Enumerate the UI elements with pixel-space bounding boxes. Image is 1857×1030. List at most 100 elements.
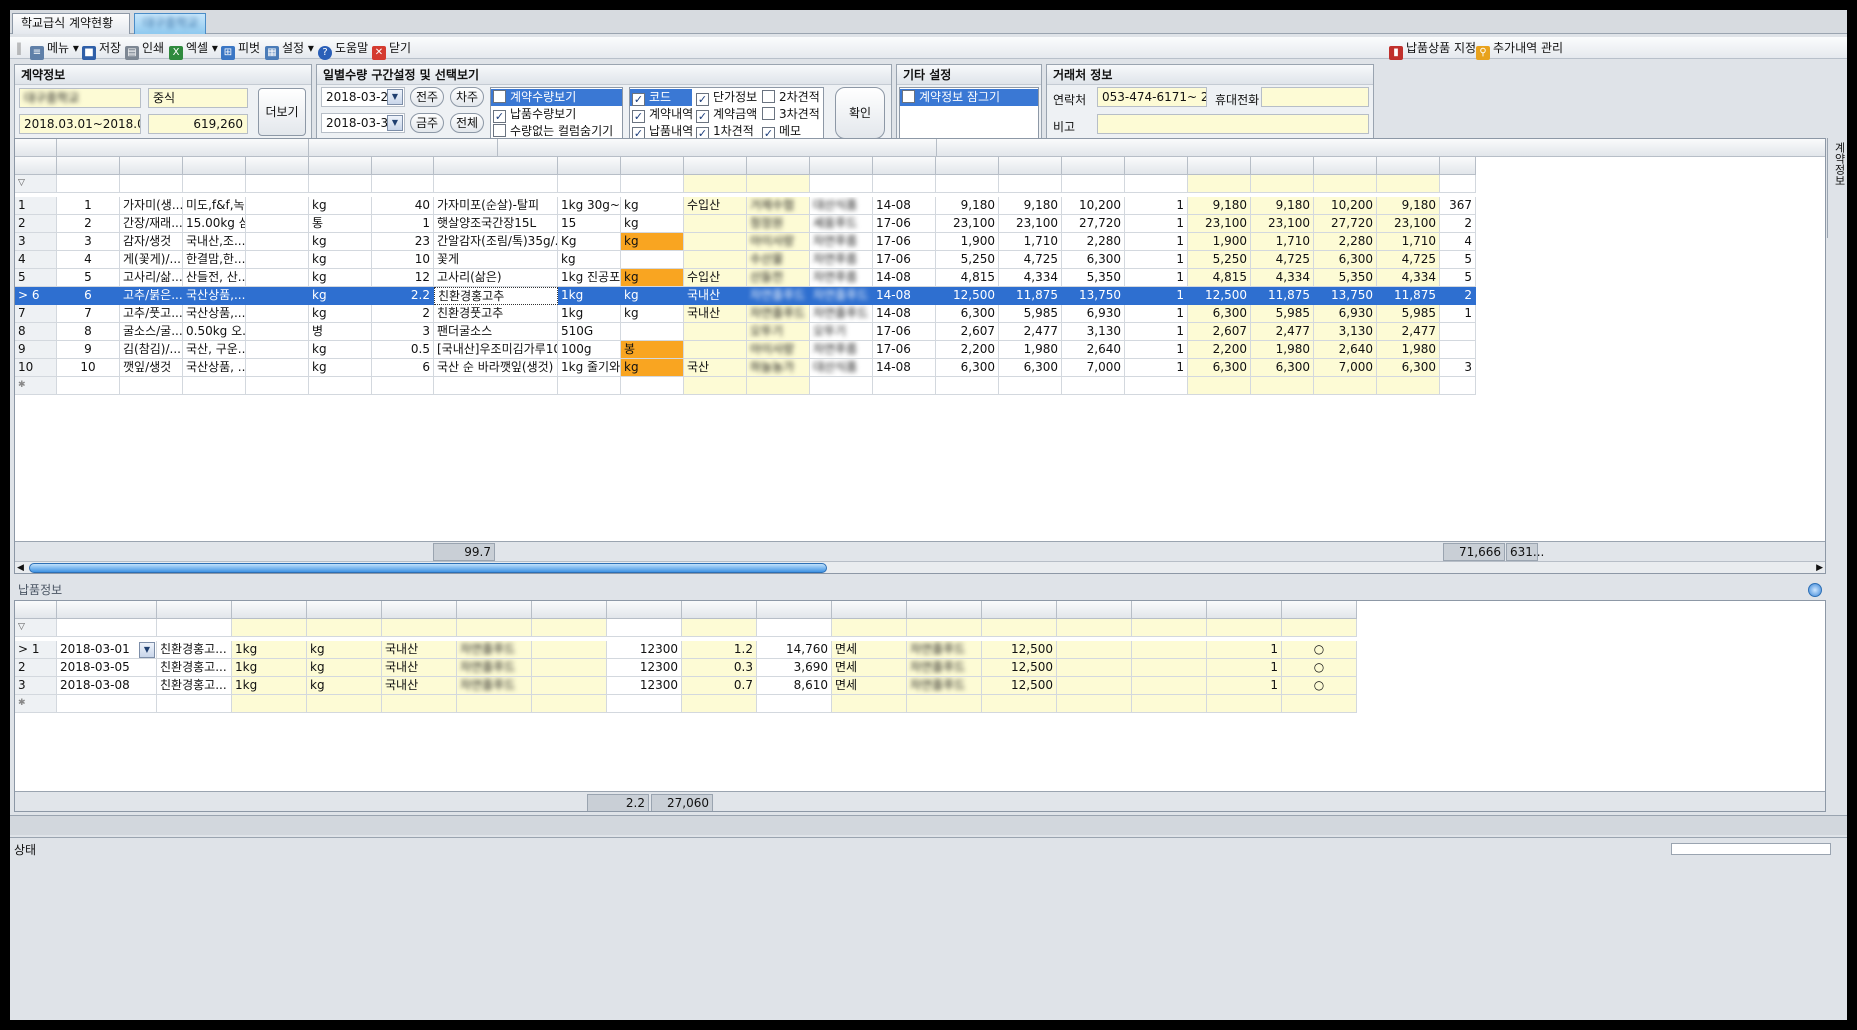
table-cell[interactable] [1057, 677, 1132, 695]
table-cell[interactable]: 아이사랑 [747, 341, 810, 359]
table-cell[interactable]: 4,725 [1377, 251, 1440, 269]
column-header[interactable] [157, 601, 232, 619]
table-cell[interactable]: 하늘농가 [747, 359, 810, 377]
table-cell[interactable]: 12 [372, 269, 434, 287]
table-cell[interactable]: 1 [1125, 359, 1188, 377]
table-cell[interactable]: kg [558, 251, 621, 269]
table-cell[interactable] [621, 251, 684, 269]
column-header[interactable] [232, 601, 307, 619]
column-header[interactable] [999, 157, 1062, 175]
filter-cell[interactable] [907, 619, 982, 637]
filter-cell[interactable] [1132, 619, 1207, 637]
table-cell[interactable] [1440, 323, 1476, 341]
table-cell[interactable] [684, 377, 747, 395]
table-cell[interactable]: 11,875 [999, 287, 1062, 305]
table-cell[interactable] [1057, 695, 1132, 713]
table-cell[interactable]: 국내산 [684, 287, 747, 305]
table-cell[interactable]: 산들전 [747, 269, 810, 287]
filter-cell[interactable] [157, 619, 232, 637]
filter-cell[interactable] [434, 175, 558, 193]
table-cell[interactable] [183, 377, 246, 395]
table-cell[interactable]: 23,100 [1377, 215, 1440, 233]
column-header[interactable] [1132, 601, 1207, 619]
table-cell[interactable]: 2,640 [1314, 341, 1377, 359]
filter-cell[interactable] [1440, 175, 1476, 193]
table-cell[interactable]: 10 [57, 359, 120, 377]
table-cell[interactable]: 면세 [832, 659, 907, 677]
table-cell[interactable]: 자연플푸드 [907, 677, 982, 695]
amount-field[interactable]: 619,260 [148, 114, 248, 134]
table-cell[interactable]: 1,710 [1377, 233, 1440, 251]
table-cell[interactable]: 2,200 [936, 341, 999, 359]
table-cell[interactable]: 2,477 [1251, 323, 1314, 341]
table-cell[interactable]: 6,300 [999, 359, 1062, 377]
table-cell[interactable]: 봉 [621, 341, 684, 359]
option-quote3[interactable]: 3차견적 [760, 106, 824, 123]
table-row[interactable]: 9 9 김(참김)/... 국산, 구운... kg 0.5 [국내산]우조미김가루10..… [15, 341, 1825, 359]
table-cell[interactable]: 수산물 [747, 251, 810, 269]
column-header[interactable] [832, 601, 907, 619]
table-cell[interactable]: 감자/생것 [120, 233, 183, 251]
filter-icon[interactable]: ▽ [15, 619, 57, 637]
filter-cell[interactable] [810, 175, 873, 193]
table-cell[interactable]: 국내산 [382, 641, 457, 659]
table-cell[interactable] [1440, 341, 1476, 359]
column-header[interactable] [1440, 157, 1476, 175]
table-cell[interactable] [1282, 695, 1357, 713]
table-cell[interactable]: 15.00kg 삼... [183, 215, 246, 233]
table-cell[interactable]: 1 [1440, 305, 1476, 323]
table-cell[interactable]: kg [309, 341, 372, 359]
table-cell[interactable]: 2,477 [1377, 323, 1440, 341]
filter-cell[interactable] [982, 619, 1057, 637]
table-cell[interactable] [810, 377, 873, 395]
table-cell[interactable]: kg [309, 287, 372, 305]
table-cell[interactable]: 9,180 [1188, 197, 1251, 215]
table-cell[interactable]: 5,350 [1314, 269, 1377, 287]
column-header[interactable] [1251, 157, 1314, 175]
table-cell[interactable]: ○ [1282, 641, 1357, 659]
assign-product-button[interactable]: ▮ 납품상품 지정 [1389, 39, 1476, 60]
table-cell[interactable]: 국산상품,... [183, 287, 246, 305]
table-cell[interactable]: 미도,f&f,녹... [183, 197, 246, 215]
table-cell[interactable] [532, 641, 607, 659]
table-cell[interactable]: ○ [1282, 659, 1357, 677]
table-cell[interactable]: 9,180 [936, 197, 999, 215]
table-cell[interactable]: 수입산 [684, 269, 747, 287]
table-cell[interactable]: 2018-03-01 ▼ [57, 641, 157, 659]
table-cell[interactable]: kg [309, 305, 372, 323]
table-cell[interactable] [246, 251, 309, 269]
option-lock-contract[interactable]: 계약정보 잠그기 [900, 89, 1038, 106]
table-cell[interactable]: kg [621, 197, 684, 215]
table-cell[interactable]: 1 [1207, 659, 1282, 677]
table-cell[interactable]: 3,130 [1062, 323, 1125, 341]
table-cell[interactable]: Kg [558, 233, 621, 251]
table-cell[interactable]: 5,985 [1377, 305, 1440, 323]
table-cell[interactable]: 1,710 [1251, 233, 1314, 251]
table-cell[interactable]: 100g [558, 341, 621, 359]
table-cell[interactable]: 자연플푸드 [907, 659, 982, 677]
table-cell[interactable]: 게(꽃게)/... [120, 251, 183, 269]
filter-cell[interactable] [1251, 175, 1314, 193]
table-cell[interactable]: 한결맘,한... [183, 251, 246, 269]
table-cell[interactable]: 5 [57, 269, 120, 287]
table-cell[interactable]: 14-08 [873, 305, 936, 323]
table-cell[interactable]: 4,815 [936, 269, 999, 287]
table-cell[interactable]: 1 [372, 215, 434, 233]
table-cell[interactable]: 자연플푸드 [457, 659, 532, 677]
table-cell[interactable]: 1 [1125, 305, 1188, 323]
table-cell[interactable]: 5,985 [1251, 305, 1314, 323]
table-cell[interactable]: 자연푸름 [810, 251, 873, 269]
manage-extra-button[interactable]: ⚲ 추가내역 관리 [1476, 39, 1563, 60]
table-cell[interactable]: 자연플푸드 [457, 677, 532, 695]
table-row[interactable]: > 6 6 고추/붉은... 국산상품,... kg 2.2 친환경홍고추 1kg kg 국내산 자… [15, 287, 1825, 305]
table-cell[interactable]: 1kg 30g~6... [558, 197, 621, 215]
table-cell[interactable] [682, 695, 757, 713]
column-header[interactable] [682, 601, 757, 619]
table-cell[interactable]: 1kg [232, 641, 307, 659]
filter-cell[interactable] [309, 175, 372, 193]
filter-cell[interactable] [1314, 175, 1377, 193]
column-header[interactable] [57, 601, 157, 619]
table-cell[interactable]: 7,000 [1062, 359, 1125, 377]
column-header[interactable] [607, 601, 682, 619]
table-cell[interactable] [1062, 377, 1125, 395]
